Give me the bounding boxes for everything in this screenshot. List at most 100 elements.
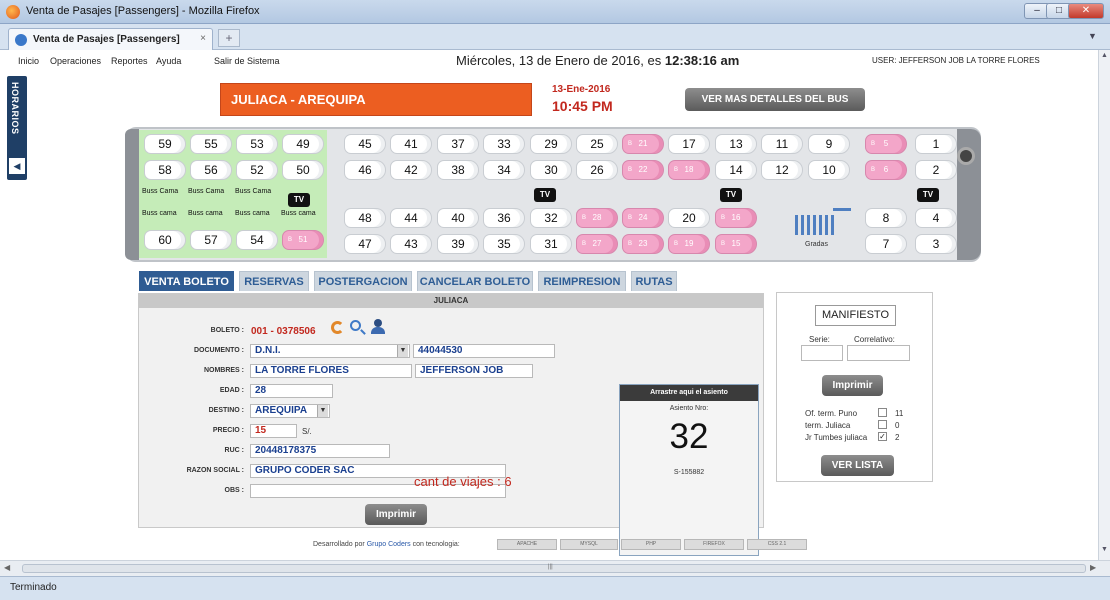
seat-48[interactable]: 48 [344, 208, 386, 228]
tab-reimpresion[interactable]: REIMPRESION [538, 271, 626, 291]
seat-29[interactable]: 29 [530, 134, 572, 154]
user-icon[interactable] [371, 319, 385, 334]
tab-reservas[interactable]: RESERVAS [239, 271, 309, 291]
seat-38[interactable]: 38 [437, 160, 479, 180]
seat-39[interactable]: 39 [437, 234, 479, 254]
search-icon[interactable] [350, 320, 361, 331]
print-ticket-button[interactable]: Imprimir [365, 504, 427, 525]
seat-41[interactable]: 41 [390, 134, 432, 154]
seat-36[interactable]: 36 [483, 208, 525, 228]
menu-reportes[interactable]: Reportes [111, 56, 148, 66]
terminal-checkbox[interactable] [878, 408, 887, 417]
documento-number-input[interactable]: 44044530 [413, 344, 555, 358]
scroll-up-icon[interactable]: ▲ [1099, 52, 1110, 64]
footer-link[interactable]: Grupo Coders [367, 541, 411, 548]
seat-2[interactable]: 2 [915, 160, 957, 180]
seat-9[interactable]: 9 [808, 134, 850, 154]
seat-35[interactable]: 35 [483, 234, 525, 254]
seat-44[interactable]: 44 [390, 208, 432, 228]
seat-1[interactable]: 1 [915, 134, 957, 154]
seat-5[interactable]: 5 [865, 134, 907, 154]
seat-10[interactable]: 10 [808, 160, 850, 180]
documento-type-select[interactable]: D.N.I. [250, 344, 410, 358]
seat-59[interactable]: 59 [144, 134, 186, 154]
seat-26[interactable]: 26 [576, 160, 618, 180]
arrow-left-icon[interactable]: ◀ [9, 158, 25, 174]
edad-input[interactable]: 28 [250, 384, 333, 398]
tab-rutas[interactable]: RUTAS [631, 271, 677, 291]
seat-49[interactable]: 49 [282, 134, 324, 154]
scroll-right-icon[interactable]: ▶ [1090, 563, 1096, 572]
seat-24[interactable]: 24 [622, 208, 664, 228]
seat-28[interactable]: 28 [576, 208, 618, 228]
seat-47[interactable]: 47 [344, 234, 386, 254]
seat-52[interactable]: 52 [236, 160, 278, 180]
tab-cancelar-boleto[interactable]: CANCELAR BOLETO [417, 271, 533, 291]
seat-31[interactable]: 31 [530, 234, 572, 254]
seat-40[interactable]: 40 [437, 208, 479, 228]
menu-salir[interactable]: Salir de Sistema [214, 56, 280, 66]
seat-57[interactable]: 57 [190, 230, 232, 250]
tab-close-icon[interactable]: × [200, 33, 206, 44]
view-list-button[interactable]: VER LISTA [821, 455, 894, 476]
seat-22[interactable]: 22 [622, 160, 664, 180]
tab-postergacion[interactable]: POSTERGACION [314, 271, 412, 291]
seat-3[interactable]: 3 [915, 234, 957, 254]
seat-19[interactable]: 19 [668, 234, 710, 254]
correlativo-input[interactable] [847, 345, 910, 361]
serie-input[interactable] [801, 345, 843, 361]
terminal-checkbox-checked[interactable]: ✓ [878, 432, 887, 441]
tab-list-button[interactable]: ▼ [1088, 31, 1102, 43]
seat-18[interactable]: 18 [668, 160, 710, 180]
bus-details-button[interactable]: VER MAS DETALLES DEL BUS [685, 88, 865, 111]
seat-34[interactable]: 34 [483, 160, 525, 180]
scroll-thumb[interactable] [22, 564, 1086, 573]
seat-27[interactable]: 27 [576, 234, 618, 254]
chevron-down-icon[interactable]: ▼ [397, 345, 408, 357]
seat-11[interactable]: 11 [761, 134, 803, 154]
print-manifest-button[interactable]: Imprimir [822, 375, 883, 396]
seat-15[interactable]: 15 [715, 234, 757, 254]
menu-operaciones[interactable]: Operaciones [50, 56, 101, 66]
refresh-icon[interactable] [331, 321, 344, 334]
seat-4[interactable]: 4 [915, 208, 957, 228]
seat-46[interactable]: 46 [344, 160, 386, 180]
seat-45[interactable]: 45 [344, 134, 386, 154]
scroll-left-icon[interactable]: ◀ [4, 563, 10, 572]
seat-21[interactable]: 21 [622, 134, 664, 154]
horizontal-scrollbar[interactable]: ◀ ||| ▶ [0, 560, 1110, 576]
seat-8[interactable]: 8 [865, 208, 907, 228]
seat-56[interactable]: 56 [190, 160, 232, 180]
seat-33[interactable]: 33 [483, 134, 525, 154]
seat-51[interactable]: 51 [282, 230, 324, 250]
browser-tab[interactable]: Venta de Pasajes [Passengers] × [8, 28, 213, 50]
scroll-down-icon[interactable]: ▼ [1099, 546, 1110, 558]
seat-37[interactable]: 37 [437, 134, 479, 154]
seat-54[interactable]: 54 [236, 230, 278, 250]
seat-50[interactable]: 50 [282, 160, 324, 180]
seat-17[interactable]: 17 [668, 134, 710, 154]
seat-12[interactable]: 12 [761, 160, 803, 180]
seat-20[interactable]: 20 [668, 208, 710, 228]
seat-13[interactable]: 13 [715, 134, 757, 154]
seat-42[interactable]: 42 [390, 160, 432, 180]
nombres-input[interactable]: JEFFERSON JOB [415, 364, 533, 378]
horarios-side-tab[interactable]: HORARIOS ◀ [7, 76, 27, 180]
seat-60[interactable]: 60 [144, 230, 186, 250]
seat-43[interactable]: 43 [390, 234, 432, 254]
tab-venta-boleto[interactable]: VENTA BOLETO [139, 271, 234, 291]
terminal-checkbox[interactable] [878, 420, 887, 429]
seat-14[interactable]: 14 [715, 160, 757, 180]
seat-7[interactable]: 7 [865, 234, 907, 254]
chevron-down-icon[interactable]: ▼ [317, 405, 328, 417]
new-tab-button[interactable]: + [218, 29, 240, 47]
menu-ayuda[interactable]: Ayuda [156, 56, 181, 66]
close-button[interactable]: ✕ [1068, 3, 1104, 19]
seat-23[interactable]: 23 [622, 234, 664, 254]
menu-inicio[interactable]: Inicio [18, 56, 39, 66]
ruc-input[interactable]: 20448178375 [250, 444, 390, 458]
seat-32[interactable]: 32 [530, 208, 572, 228]
seat-55[interactable]: 55 [190, 134, 232, 154]
vertical-scrollbar[interactable]: ▲ ▼ [1098, 50, 1110, 560]
apellidos-input[interactable]: LA TORRE FLORES [250, 364, 412, 378]
